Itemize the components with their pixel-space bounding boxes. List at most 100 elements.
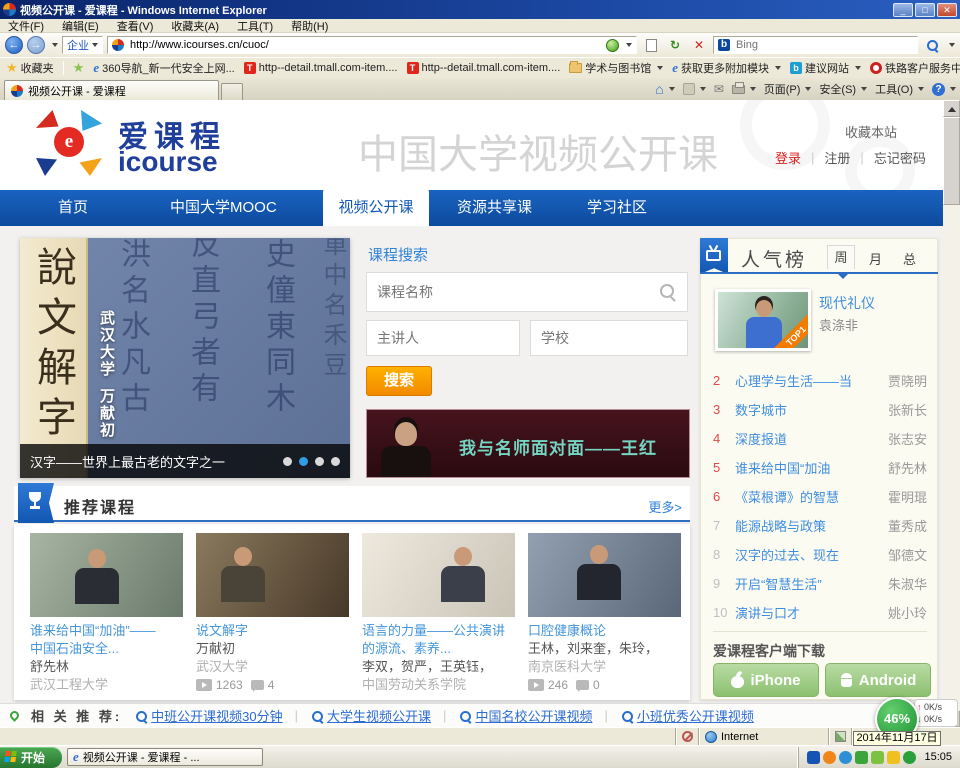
minimize-button[interactable]: _	[893, 3, 913, 17]
course-card[interactable]: 说文解字 万献初 武汉大学 1263 4	[196, 533, 349, 700]
start-button[interactable]: 开始	[0, 747, 62, 768]
compatibility-view-button[interactable]	[641, 35, 661, 55]
icourse-logo-icon[interactable]: e	[36, 110, 102, 176]
favorite-link[interactable]: Thttp--detail.tmall.com-item....	[244, 62, 398, 74]
scroll-up-button[interactable]	[943, 100, 960, 117]
ranking-item[interactable]: 3数字城市张新长	[713, 398, 927, 420]
vertical-scrollbar[interactable]	[943, 100, 960, 727]
course-thumbnail[interactable]	[362, 533, 515, 617]
address-dropdown-icon[interactable]	[626, 43, 632, 47]
page-menu-button[interactable]: 页面(P)	[764, 81, 812, 97]
menu-file[interactable]: 文件(F)	[8, 18, 44, 34]
tray-icon[interactable]	[823, 751, 836, 764]
tray-icon[interactable]	[871, 751, 884, 764]
top1-thumbnail[interactable]: TOP1	[715, 289, 811, 351]
course-link[interactable]: 谁来给中国“加油	[735, 458, 882, 477]
course-link[interactable]: 汉字的过去、现在	[735, 545, 882, 564]
ranking-item[interactable]: 9开启“智慧生活”朱淑华	[713, 572, 927, 594]
safety-menu-button[interactable]: 安全(S)	[819, 81, 867, 97]
iphone-download-button[interactable]: iPhone	[713, 663, 819, 697]
maximize-button[interactable]: □	[915, 3, 935, 17]
ranking-item[interactable]: 10演讲与口才姚小玲	[713, 601, 927, 623]
ranking-item[interactable]: 4深度报道张志安	[713, 427, 927, 449]
url-input[interactable]	[128, 38, 602, 52]
related-link[interactable]: 大学生视频公开课	[310, 706, 431, 725]
bookmark-site-link[interactable]: 收藏本站	[845, 122, 897, 141]
tray-icon[interactable]	[855, 751, 868, 764]
close-button[interactable]: ✕	[937, 3, 957, 17]
ranking-tab-total[interactable]: 总	[903, 249, 916, 268]
course-link[interactable]: 心理学与生活——当	[735, 371, 882, 390]
course-title[interactable]: 的源流、素养...	[362, 640, 515, 658]
course-title[interactable]: 中国石油安全...	[30, 640, 183, 658]
course-name-input[interactable]	[366, 272, 688, 312]
more-link[interactable]: 更多>	[648, 497, 682, 516]
stop-button[interactable]: ✕	[689, 35, 709, 55]
help-button[interactable]: ?	[932, 83, 956, 96]
ranking-item[interactable]: 5谁来给中国“加油舒先林	[713, 456, 927, 478]
ranking-item[interactable]: 2心理学与生活——当贾晓明	[713, 369, 927, 391]
course-link[interactable]: 演讲与口才	[735, 603, 882, 622]
nav-open-video-active[interactable]: 视频公开课	[323, 188, 429, 226]
browser-tab[interactable]: 视频公开课 - 爱课程	[4, 80, 219, 100]
favorite-link[interactable]: e360导航_新一代安全上网...	[93, 60, 234, 76]
related-link[interactable]: 中班公开课视频30分钟	[134, 706, 282, 725]
course-title[interactable]: 谁来给中国“加油”——	[30, 622, 183, 640]
ranking-item[interactable]: 6《菜根谭》的智慧霍明琨	[713, 485, 927, 507]
nav-resource-share[interactable]: 资源共享课	[457, 190, 532, 226]
web-search-input[interactable]	[734, 38, 913, 52]
carousel-dot[interactable]	[283, 457, 292, 466]
menu-favorites[interactable]: 收藏夹(A)	[171, 18, 219, 34]
school-input[interactable]	[530, 320, 688, 356]
course-title[interactable]: 说文解字	[196, 622, 349, 640]
search-icon[interactable]	[660, 284, 678, 302]
search-options-icon[interactable]	[949, 43, 955, 47]
refresh-button[interactable]: ↻	[665, 35, 685, 55]
window-title-bar[interactable]: 视频公开课 - 爱课程 - Windows Internet Explorer …	[0, 0, 960, 19]
forgot-password-link[interactable]: 忘记密码	[874, 148, 926, 167]
favorite-folder[interactable]: 学术与图书馆	[569, 60, 663, 76]
course-title[interactable]: 语言的力量——公共演讲	[362, 622, 515, 640]
tray-icon[interactable]	[903, 751, 916, 764]
nav-mooc[interactable]: 中国大学MOOC	[170, 190, 277, 226]
add-favorite-icon[interactable]: ★	[73, 60, 85, 76]
autocomplete-icon[interactable]	[606, 39, 619, 52]
course-thumbnail[interactable]	[196, 533, 349, 617]
search-go-button[interactable]	[922, 35, 942, 55]
course-card[interactable]: 谁来给中国“加油”—— 中国石油安全... 舒先林 武汉工程大学	[30, 533, 183, 700]
carousel-dot[interactable]	[331, 457, 340, 466]
favorite-link[interactable]: b建议网站	[790, 60, 861, 76]
taskbar-window-button[interactable]: e 视频公开课 - 爱课程 - ...	[67, 748, 263, 766]
course-link[interactable]: 深度报道	[735, 429, 882, 448]
nav-home[interactable]: 首页	[58, 190, 88, 226]
related-link[interactable]: 中国名校公开课视频	[458, 706, 592, 725]
home-button[interactable]: ⌂	[655, 83, 674, 95]
print-button[interactable]	[732, 85, 756, 94]
feeds-button[interactable]	[683, 83, 706, 95]
tray-icon[interactable]	[887, 751, 900, 764]
course-thumbnail[interactable]	[30, 533, 183, 617]
forward-button[interactable]: →	[27, 36, 45, 54]
menu-view[interactable]: 查看(V)	[117, 18, 154, 34]
favorite-link[interactable]: e获取更多附加模块	[672, 60, 781, 76]
search-box[interactable]: b	[713, 36, 918, 54]
android-download-button[interactable]: Android	[825, 663, 931, 697]
nav-community[interactable]: 学习社区	[587, 190, 647, 226]
login-link[interactable]: 登录	[775, 148, 801, 167]
teacher-input[interactable]	[366, 320, 520, 356]
related-link[interactable]: 小班优秀公开课视频	[620, 706, 754, 725]
ranking-item[interactable]: 8汉字的过去、现在邹德文	[713, 543, 927, 565]
course-link[interactable]: 《菜根谭》的智慧	[735, 487, 882, 506]
new-tab-button[interactable]	[221, 83, 243, 100]
favorite-link[interactable]: 铁路客户服务中心	[870, 60, 960, 76]
tray-icon[interactable]	[807, 751, 820, 764]
menu-help[interactable]: 帮助(H)	[291, 18, 328, 34]
menu-edit[interactable]: 编辑(E)	[62, 18, 99, 34]
address-field[interactable]	[107, 36, 637, 54]
tools-menu-button[interactable]: 工具(O)	[875, 81, 924, 97]
favorites-button[interactable]: ★收藏夹	[6, 60, 54, 76]
scrollbar-thumb[interactable]	[943, 117, 960, 205]
ranking-tab-week[interactable]: 周	[827, 245, 855, 269]
course-card[interactable]: 语言的力量——公共演讲 的源流、素养... 李双，贺严，王英钰， 中国劳动关系学…	[362, 533, 515, 700]
ranking-item[interactable]: 7能源战略与政策董秀成	[713, 514, 927, 536]
